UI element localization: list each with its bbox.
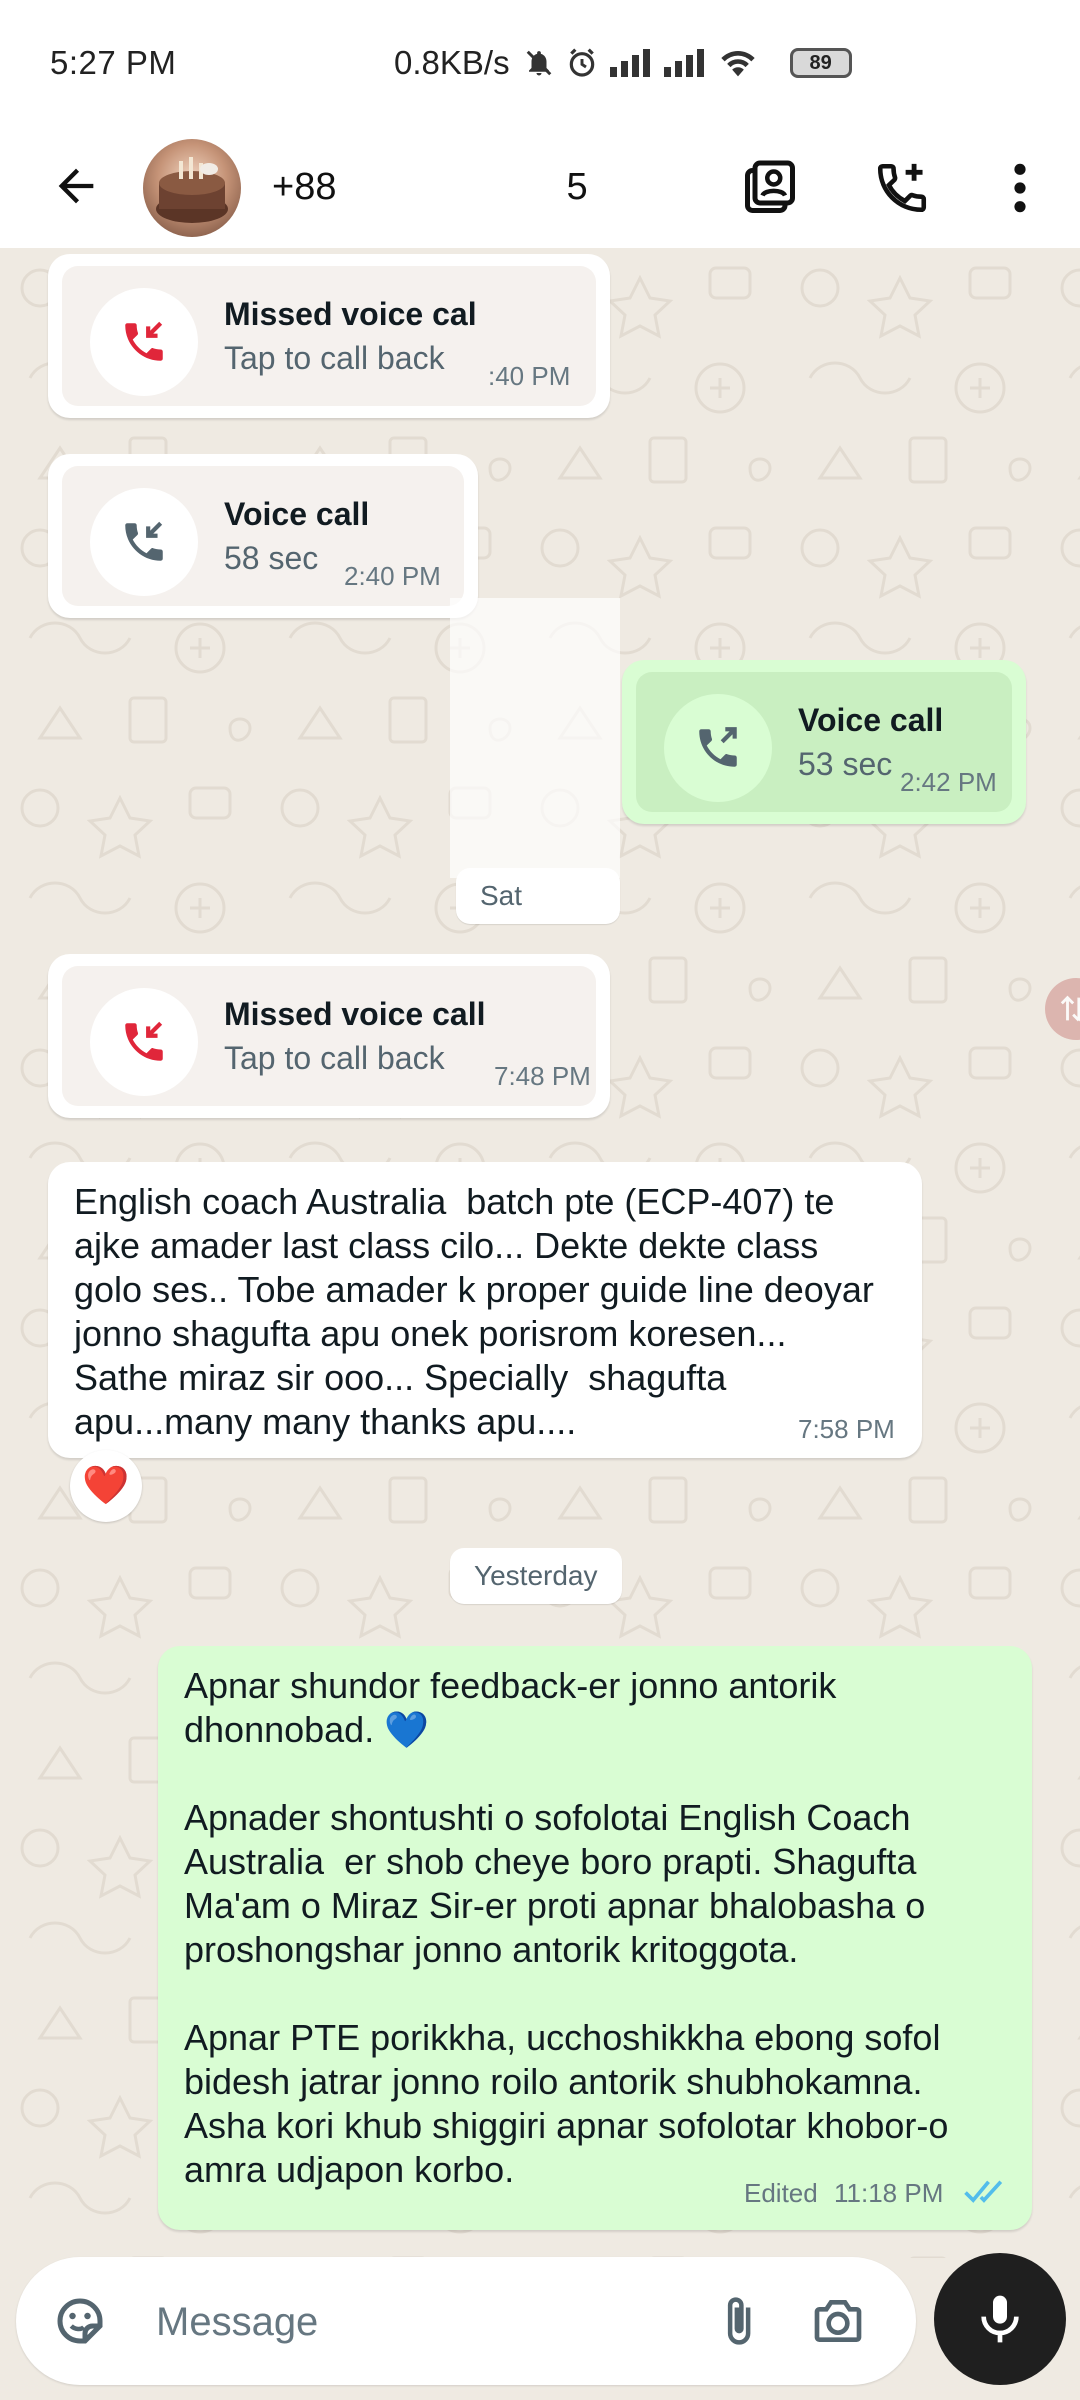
signal-icon	[663, 49, 706, 77]
redacted-region	[450, 598, 620, 878]
sticker-icon[interactable]	[44, 2285, 116, 2357]
missed-call-icon	[90, 288, 198, 396]
call-card: Missed voice cal Tap to call back :40 PM	[62, 266, 596, 406]
mic-icon	[981, 2295, 1019, 2343]
status-time: 5:27 PM	[50, 44, 177, 81]
attach-icon[interactable]	[702, 2285, 774, 2357]
read-receipt-icon	[964, 2176, 1010, 2211]
outgoing-call-icon	[664, 694, 772, 802]
redacted-region	[336, 173, 567, 204]
call-subtitle: Tap to call back	[224, 1040, 445, 1076]
call-card: Voice call 58 sec 2:40 PM	[62, 466, 464, 606]
camera-icon[interactable]	[802, 2285, 874, 2357]
text-message-outgoing[interactable]: Apnar shundor feedback-er jonno antorik …	[158, 1646, 1032, 2230]
call-title: Voice call	[798, 702, 944, 738]
missed-call-icon	[90, 988, 198, 1096]
message-input-container[interactable]	[16, 2257, 916, 2385]
call-card: Missed voice call Tap to call back 7:48 …	[62, 966, 596, 1106]
call-card: Voice call 53 sec 2:42 PM	[636, 672, 1012, 812]
message-time: 2:40 PM	[344, 561, 441, 591]
signal-icon	[609, 49, 652, 77]
message-input[interactable]	[156, 2299, 676, 2345]
edited-label: Edited	[744, 2178, 818, 2208]
call-subtitle: Tap to call back	[224, 340, 445, 376]
network-speed: 0.8KB/s	[394, 44, 510, 81]
call-title: Missed voice call	[224, 996, 486, 1032]
contact-name[interactable]: +88 5	[272, 166, 632, 209]
back-arrow-icon[interactable]	[38, 148, 114, 224]
more-vert-icon[interactable]	[980, 148, 1060, 228]
call-message-voice-outgoing[interactable]: Voice call 53 sec 2:42 PM	[622, 660, 1026, 824]
call-message-missed[interactable]: Missed voice cal Tap to call back :40 PM	[48, 254, 610, 418]
call-subtitle: 53 sec	[798, 746, 893, 782]
contact-card-icon[interactable]	[730, 148, 810, 228]
date-chip: Sat	[456, 868, 620, 924]
chat-area[interactable]: Missed voice cal Tap to call back :40 PM…	[0, 248, 1080, 2258]
avatar[interactable]	[143, 139, 241, 237]
call-subtitle: 58 sec	[224, 540, 319, 576]
call-title: Voice call	[224, 496, 370, 532]
wifi-icon	[718, 48, 758, 78]
battery-icon: 89	[789, 48, 852, 78]
call-message-missed[interactable]: Missed voice call Tap to call back 7:48 …	[48, 954, 610, 1118]
date-chip: Yesterday	[450, 1548, 622, 1604]
mute-icon	[524, 48, 554, 78]
status-indicators: 0.8KB/s 89	[394, 44, 852, 82]
mic-button[interactable]	[934, 2253, 1066, 2385]
add-call-icon[interactable]	[862, 148, 942, 228]
message-time: 7:48 PM	[494, 1061, 591, 1091]
call-message-voice[interactable]: Voice call 58 sec 2:40 PM	[48, 454, 478, 618]
message-time: 7:58 PM	[798, 1414, 895, 1444]
message-time: :40 PM	[488, 361, 571, 391]
status-bar: 5:27 PM 0.8KB/s 89	[0, 0, 1080, 126]
message-text: Apnar shundor feedback-er jonno antorik …	[184, 1665, 949, 2190]
message-time: 2:42 PM	[900, 767, 997, 797]
text-message-incoming[interactable]: English coach Australia batch pte (ECP-4…	[48, 1162, 922, 1458]
heart-reaction-icon[interactable]: ❤️	[70, 1450, 142, 1522]
message-time: 11:18 PM	[834, 2178, 944, 2208]
alarm-icon	[566, 47, 598, 79]
message-text: English coach Australia batch pte (ECP-4…	[74, 1181, 874, 1442]
call-title: Missed voice cal	[224, 296, 477, 332]
incoming-call-icon	[90, 488, 198, 596]
chat-header: +88 5	[0, 126, 1080, 248]
